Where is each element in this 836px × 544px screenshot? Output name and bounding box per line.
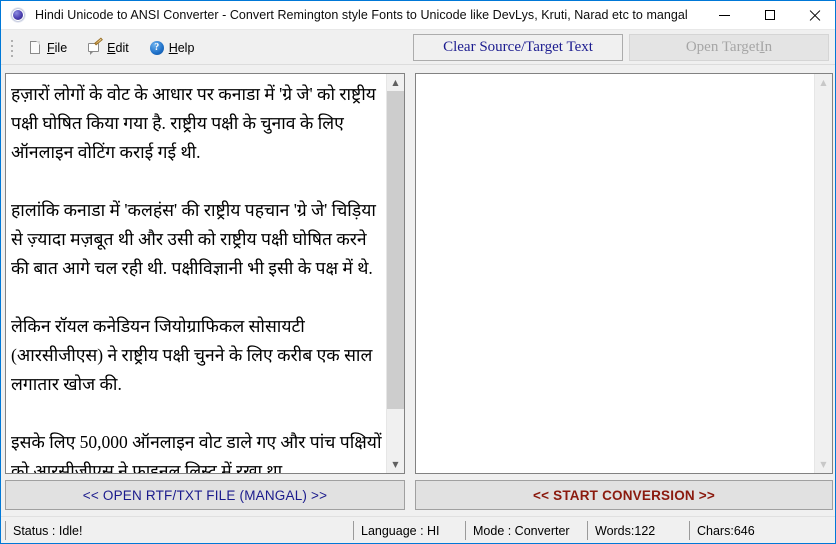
menu-item-help[interactable]: ? Help (143, 35, 201, 60)
menu-item-edit[interactable]: Edit (81, 35, 135, 60)
pencil-note-icon (87, 36, 104, 56)
close-button[interactable] (792, 1, 835, 30)
open-target-suffix: n (764, 39, 773, 55)
clear-source-target-text-button[interactable]: Clear Source/Target Text (413, 34, 623, 61)
target-scroll-up-icon: ▲ (820, 78, 827, 87)
minimize-icon (719, 14, 730, 16)
source-text-panel: हज़ारों लोगों के वोट के आधार पर कनाडा मे… (5, 73, 405, 474)
open-target-in-button: Open Target In (629, 34, 829, 61)
status-cell-language: Language : HI (353, 521, 463, 540)
application-window: Hindi Unicode to ANSI Converter - Conver… (0, 0, 836, 544)
source-scroll-thumb[interactable] (387, 91, 404, 409)
source-paragraph: हज़ारों लोगों के वोट के आधार पर कनाडा मे… (11, 84, 381, 162)
source-paragraph: हालांकि कनाडा में 'कलहंस' की राष्ट्रीय प… (11, 200, 381, 278)
source-paragraph: इसके लिए 50,000 ऑनलाइन वोट डाले गए और पा… (11, 432, 386, 473)
source-textarea[interactable]: हज़ारों लोगों के वोट के आधार पर कनाडा मे… (6, 74, 386, 473)
open-target-label: Open Target (685, 39, 760, 55)
source-scroll-down-icon[interactable]: ▼ (387, 456, 404, 473)
maximize-button[interactable] (747, 1, 792, 30)
close-icon (809, 10, 820, 21)
menu-item-edit-label: Edit (107, 40, 129, 55)
status-cell-mode: Mode : Converter (465, 521, 585, 540)
target-textarea[interactable] (416, 74, 814, 473)
menu-item-file[interactable]: File (21, 35, 73, 60)
status-cell-status: Status : Idle! (5, 521, 351, 540)
open-rtf-txt-file-button[interactable]: << OPEN RTF/TXT FILE (MANGAL) >> (5, 480, 405, 510)
question-circle-icon: ? (149, 40, 165, 56)
window-controls (702, 1, 835, 30)
window-title: Hindi Unicode to ANSI Converter - Conver… (35, 8, 688, 22)
menu-bar: File Edit ? Help (21, 30, 208, 65)
target-scrollbar[interactable]: ▲ ▼ (814, 74, 832, 473)
source-scroll-up-icon[interactable]: ▲ (387, 74, 404, 91)
start-conversion-button[interactable]: << START CONVERSION >> (415, 480, 833, 510)
maximize-icon (764, 10, 775, 20)
minimize-button[interactable] (702, 1, 747, 30)
toolbar-grip[interactable] (11, 40, 14, 57)
menu-item-file-label: File (47, 40, 68, 55)
title-bar: Hindi Unicode to ANSI Converter - Conver… (1, 1, 835, 30)
globe-icon (10, 7, 26, 23)
source-scrollbar[interactable]: ▲ ▼ (386, 74, 404, 473)
status-cell-words: Words:122 (587, 521, 687, 540)
status-cell-chars: Chars:646 (689, 521, 809, 540)
menu-item-help-label: Help (168, 40, 195, 55)
page-icon (27, 40, 43, 56)
toolbar: File Edit ? Help Clear Source/Target Tex… (1, 30, 835, 65)
target-text-panel: ▲ ▼ (415, 73, 833, 474)
target-scroll-down-icon: ▼ (820, 460, 827, 469)
status-bar: Status : Idle! Language : HI Mode : Conv… (1, 516, 835, 543)
source-paragraph: लेकिन रॉयल कनेडियन जियोग्राफिकल सोसायटी … (11, 316, 377, 394)
